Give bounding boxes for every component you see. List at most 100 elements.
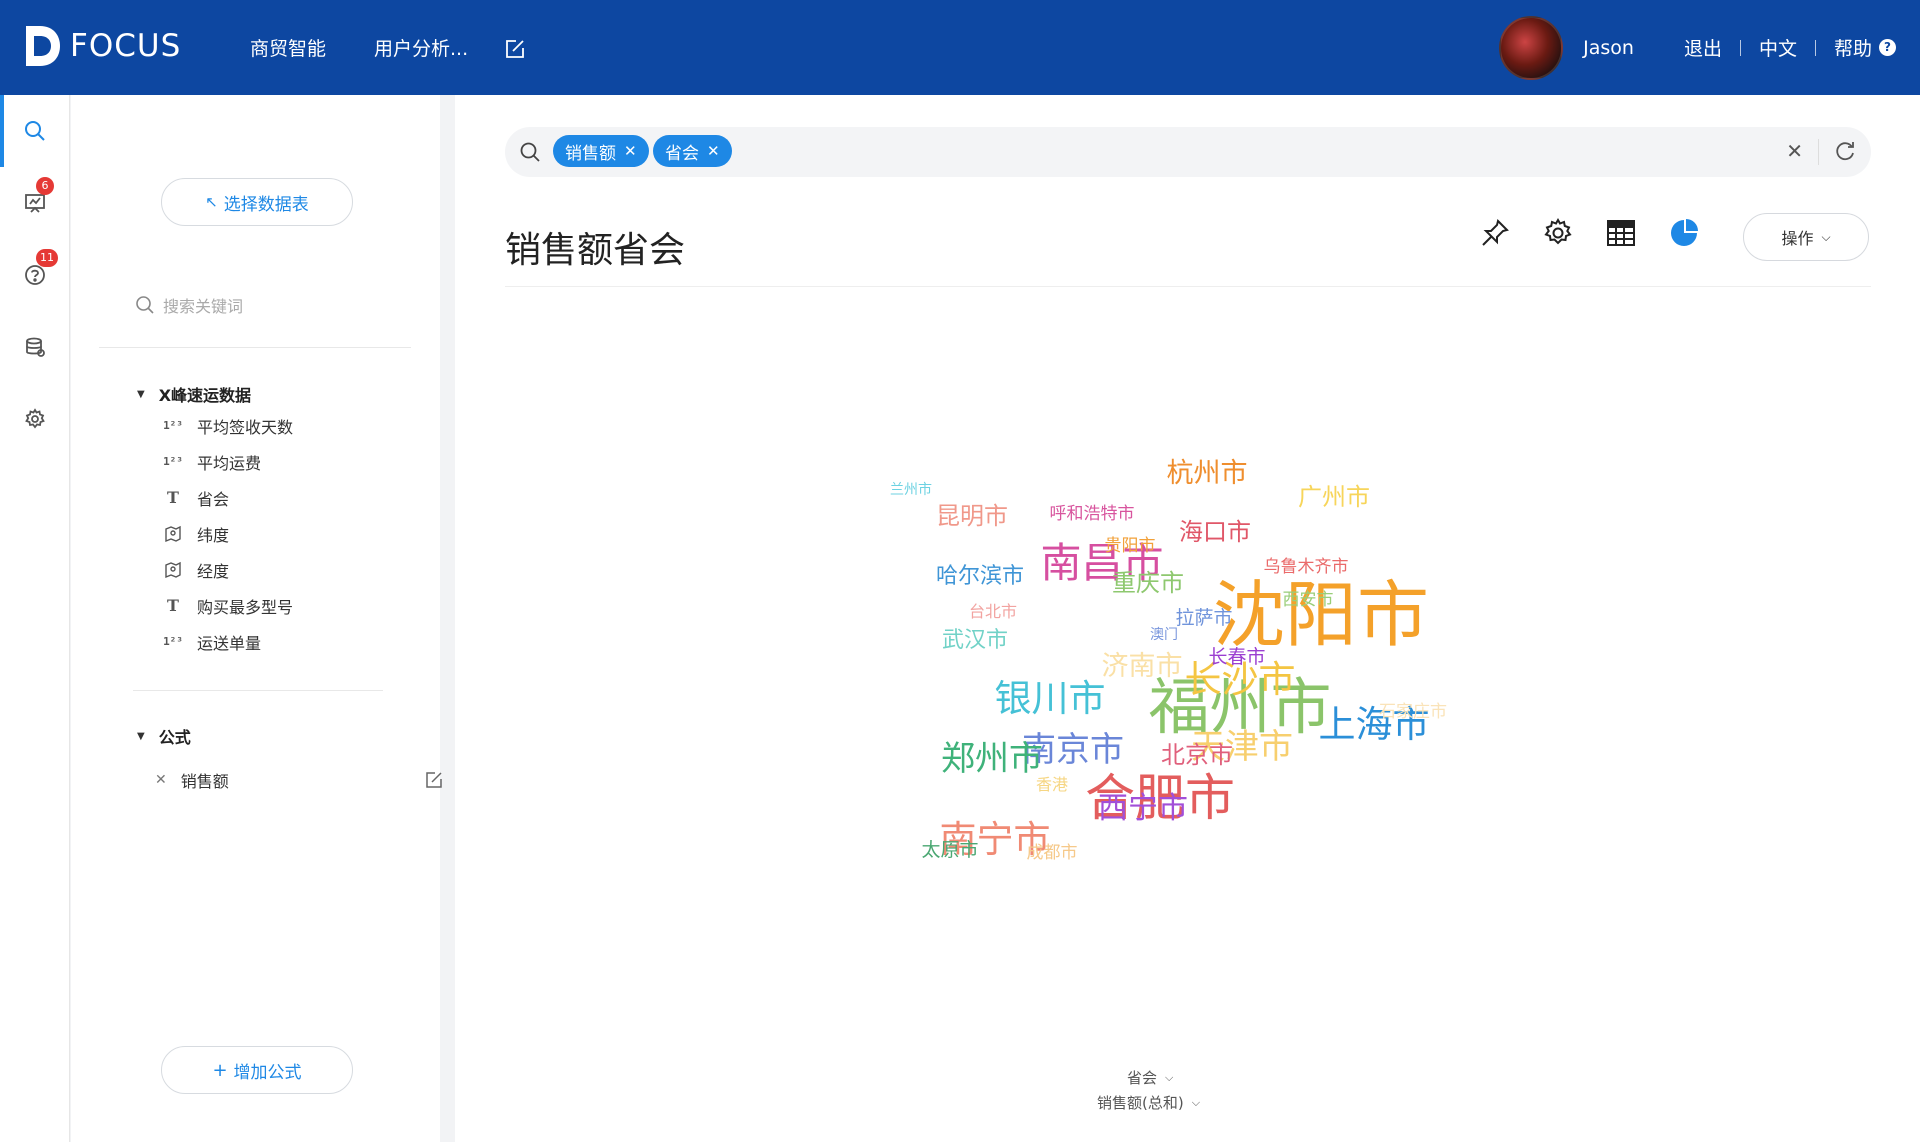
word-cloud-word[interactable]: 石家庄市	[1379, 703, 1447, 721]
avatar[interactable]	[1499, 15, 1564, 80]
rail-item-search[interactable]	[0, 95, 70, 167]
clear-search-icon[interactable]: ✕	[1786, 139, 1803, 163]
field-item[interactable]: 1²³ 平均签收天数	[163, 414, 293, 438]
plus-icon: +	[212, 1059, 228, 1081]
chevron-down-icon: ⌵	[1821, 229, 1831, 244]
word-cloud-word[interactable]: 重庆市	[1112, 571, 1184, 595]
divider	[505, 286, 1871, 287]
remove-icon[interactable]: ✕	[155, 772, 167, 788]
word-cloud-word[interactable]: 台北市	[969, 604, 1017, 620]
measure-selector[interactable]: 销售额(总和) ⌵	[1097, 1092, 1200, 1113]
number-type-icon: 1²³	[163, 635, 183, 648]
dimension-selector[interactable]: 省会 ⌵	[1127, 1067, 1173, 1088]
add-formula-label: 增加公式	[233, 1062, 302, 1083]
word-cloud-word[interactable]: 太原市	[922, 840, 979, 860]
edit-icon[interactable]	[504, 38, 526, 60]
pin-icon[interactable]	[1479, 217, 1511, 249]
measure-label: 销售额(总和)	[1097, 1094, 1184, 1112]
field-item[interactable]: T 省会	[163, 486, 229, 510]
nav-item-user-analysis[interactable]: 用户分析...	[374, 34, 468, 61]
rail-item-data[interactable]	[0, 311, 70, 383]
logout-link[interactable]: 退出	[1684, 34, 1722, 61]
separator	[1739, 39, 1741, 56]
separator	[1814, 39, 1816, 56]
word-cloud-word[interactable]: 香港	[1036, 777, 1068, 793]
formula-node[interactable]: ▼ 公式	[137, 724, 191, 748]
word-cloud-word[interactable]: 哈尔滨市	[936, 566, 1024, 588]
word-cloud-word[interactable]: 广州市	[1298, 485, 1370, 509]
number-type-icon: 1²³	[163, 419, 183, 432]
dashboard-badge: 6	[36, 177, 54, 195]
word-cloud-word[interactable]: 澳门	[1150, 628, 1178, 642]
word-cloud-word[interactable]: 兰州市	[890, 483, 932, 497]
word-cloud-word[interactable]: 乌鲁木齐市	[1264, 558, 1349, 576]
word-cloud-word[interactable]: 昆明市	[936, 504, 1008, 528]
field-item[interactable]: T 购买最多型号	[163, 594, 293, 618]
word-cloud-word[interactable]: 海口市	[1179, 520, 1251, 544]
rail-item-questions[interactable]: 11	[0, 239, 70, 311]
remove-tag-icon[interactable]: ✕	[624, 142, 637, 160]
chevron-down-icon: ⌵	[1191, 1095, 1201, 1109]
search-icon	[520, 142, 540, 162]
field-item[interactable]: 1²³ 运送单量	[163, 630, 261, 654]
help-link[interactable]: 帮助	[1834, 34, 1872, 61]
language-switch[interactable]: 中文	[1759, 34, 1797, 61]
word-cloud-word[interactable]: 拉萨市	[1176, 608, 1233, 628]
word-cloud-word[interactable]: 成都市	[1027, 844, 1078, 862]
number-type-icon: 1²³	[163, 455, 183, 468]
word-cloud-word[interactable]: 西安市	[1283, 591, 1334, 609]
field-label: 平均签收天数	[197, 418, 294, 437]
operations-button[interactable]: 操作 ⌵	[1743, 213, 1869, 261]
page-title: 销售额省会	[505, 230, 686, 271]
formula-item[interactable]: ✕ 销售额	[153, 768, 443, 792]
word-cloud-word[interactable]: 北京市	[1161, 743, 1233, 767]
presentation-icon	[25, 194, 45, 213]
pie-chart-icon[interactable]	[1668, 217, 1700, 249]
word-cloud-word[interactable]: 武汉市	[942, 630, 1008, 652]
app-logo[interactable]: FOCUS	[22, 22, 181, 70]
search-icon	[25, 121, 45, 141]
user-name[interactable]: Jason	[1583, 37, 1634, 59]
help-icon[interactable]: ?	[1879, 39, 1896, 56]
add-formula-button[interactable]: + 增加公式	[161, 1046, 353, 1094]
top-nav: 商贸智能 用户分析...	[250, 34, 468, 61]
word-cloud-word[interactable]: 郑州市	[941, 742, 1043, 776]
search-tag-capital[interactable]: 省会 ✕	[653, 135, 732, 167]
remove-tag-icon[interactable]: ✕	[707, 142, 720, 160]
arrow-up-left-icon: ↖	[205, 193, 218, 211]
nav-item-business-intelligence[interactable]: 商贸智能	[250, 34, 326, 61]
data-panel: ↖ 选择数据表 搜索关键词 ▼ X峰速运数据 1²³ 平均签收天数 1²³ 平均…	[71, 95, 443, 1142]
word-cloud-word[interactable]: 杭州市	[1167, 460, 1248, 487]
choose-table-button[interactable]: ↖ 选择数据表	[161, 178, 353, 226]
field-item[interactable]: 纬度	[163, 522, 229, 546]
word-cloud-word[interactable]: 西宁市	[1098, 794, 1188, 824]
word-cloud-word[interactable]: 呼和浩特市	[1050, 505, 1135, 523]
dimension-label: 省会	[1127, 1069, 1158, 1087]
refresh-icon[interactable]	[1833, 139, 1857, 163]
text-type-icon: T	[167, 488, 179, 507]
word-cloud-word[interactable]: 济南市	[1102, 653, 1183, 680]
field-label: 经度	[197, 562, 230, 581]
tag-label: 销售额	[565, 143, 616, 164]
field-item[interactable]: 1²³ 平均运费	[163, 450, 261, 474]
rail-item-settings[interactable]	[0, 383, 70, 455]
rail-item-dashboard[interactable]: 6	[0, 167, 70, 239]
left-rail: 6 11	[0, 95, 70, 1142]
search-icon	[136, 296, 154, 314]
word-cloud-word[interactable]: 长春市	[1209, 647, 1266, 667]
table-view-icon[interactable]	[1605, 217, 1637, 249]
word-cloud-word[interactable]: 银川市	[995, 680, 1106, 717]
field-label: 纬度	[197, 526, 230, 545]
field-item[interactable]: 经度	[163, 558, 229, 582]
search-tag-sales[interactable]: 销售额 ✕	[553, 135, 649, 167]
dataset-node[interactable]: ▼ X峰速运数据	[137, 382, 251, 406]
edit-icon[interactable]	[425, 771, 443, 789]
field-label: 省会	[197, 490, 230, 509]
divider	[133, 690, 383, 691]
word-cloud-word[interactable]: 贵阳市	[1105, 537, 1156, 555]
gear-icon[interactable]	[1542, 217, 1574, 249]
search-bar[interactable]: 销售额 ✕ 省会 ✕ ✕	[505, 127, 1871, 177]
field-search[interactable]: 搜索关键词	[135, 293, 243, 317]
field-label: 平均运费	[197, 454, 262, 473]
field-label: 运送单量	[197, 634, 262, 653]
